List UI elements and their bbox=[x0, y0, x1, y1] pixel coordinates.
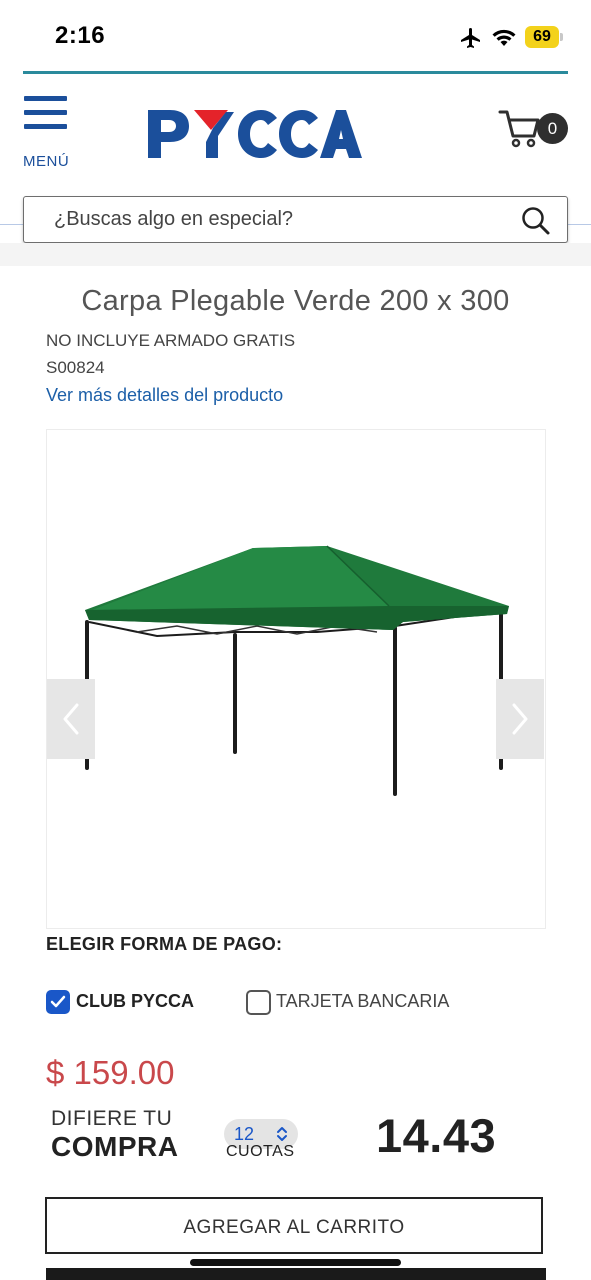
carousel-prev-button[interactable] bbox=[47, 679, 95, 759]
pycca-logo[interactable] bbox=[146, 106, 362, 162]
product-details-link[interactable]: Ver más detalles del producto bbox=[46, 385, 283, 406]
defer-label-line1: DIFIERE TU bbox=[51, 1107, 173, 1130]
select-updown-icon bbox=[277, 1127, 287, 1141]
hamburger-icon bbox=[24, 96, 67, 101]
airplane-icon bbox=[461, 28, 480, 48]
defer-label-line2: COMPRA bbox=[51, 1131, 179, 1162]
checkmark-icon bbox=[50, 995, 66, 1008]
menu-button[interactable] bbox=[24, 96, 67, 132]
wifi-icon bbox=[492, 29, 516, 46]
cart-icon[interactable] bbox=[498, 108, 540, 148]
chevron-left-icon bbox=[63, 703, 79, 735]
product-note: NO INCLUYE ARMADO GRATIS bbox=[46, 331, 296, 350]
product-price: $ 159.00 bbox=[46, 1054, 175, 1091]
home-indicator bbox=[190, 1259, 401, 1266]
search-input[interactable]: ¿Buscas algo en especial? bbox=[23, 196, 568, 243]
installment-amount: 14.43 bbox=[376, 1109, 497, 1162]
tarjeta-bancaria-label[interactable]: TARJETA BANCARIA bbox=[276, 991, 449, 1012]
bottom-bar bbox=[46, 1268, 546, 1280]
search-placeholder: ¿Buscas algo en especial? bbox=[54, 208, 294, 230]
payment-heading: ELEGIR FORMA DE PAGO: bbox=[46, 934, 283, 954]
carousel-next-button[interactable] bbox=[496, 679, 544, 759]
club-pycca-label[interactable]: CLUB PYCCA bbox=[76, 991, 194, 1012]
product-title: Carpa Plegable Verde 200 x 300 bbox=[81, 285, 510, 317]
menu-label[interactable]: MENÚ bbox=[23, 153, 69, 170]
search-icon[interactable] bbox=[521, 206, 551, 236]
product-image-carousel[interactable] bbox=[46, 429, 546, 929]
product-image-tent bbox=[85, 545, 509, 796]
header-accent-line bbox=[23, 71, 568, 74]
chevron-right-icon bbox=[512, 703, 528, 735]
battery-tip bbox=[560, 33, 563, 41]
header-separator-band bbox=[0, 243, 591, 266]
installments-label: CUOTAS bbox=[226, 1143, 295, 1160]
add-to-cart-button[interactable]: AGREGAR AL CARRITO bbox=[45, 1197, 543, 1254]
club-pycca-checkbox[interactable] bbox=[46, 990, 70, 1014]
battery-icon: 69 bbox=[525, 26, 559, 48]
tarjeta-bancaria-checkbox[interactable] bbox=[246, 990, 271, 1015]
installments-value[interactable]: 12 bbox=[234, 1124, 254, 1145]
status-time: 2:16 bbox=[55, 22, 106, 49]
product-sku: S00824 bbox=[46, 358, 105, 377]
cart-count-badge[interactable]: 0 bbox=[537, 113, 568, 144]
